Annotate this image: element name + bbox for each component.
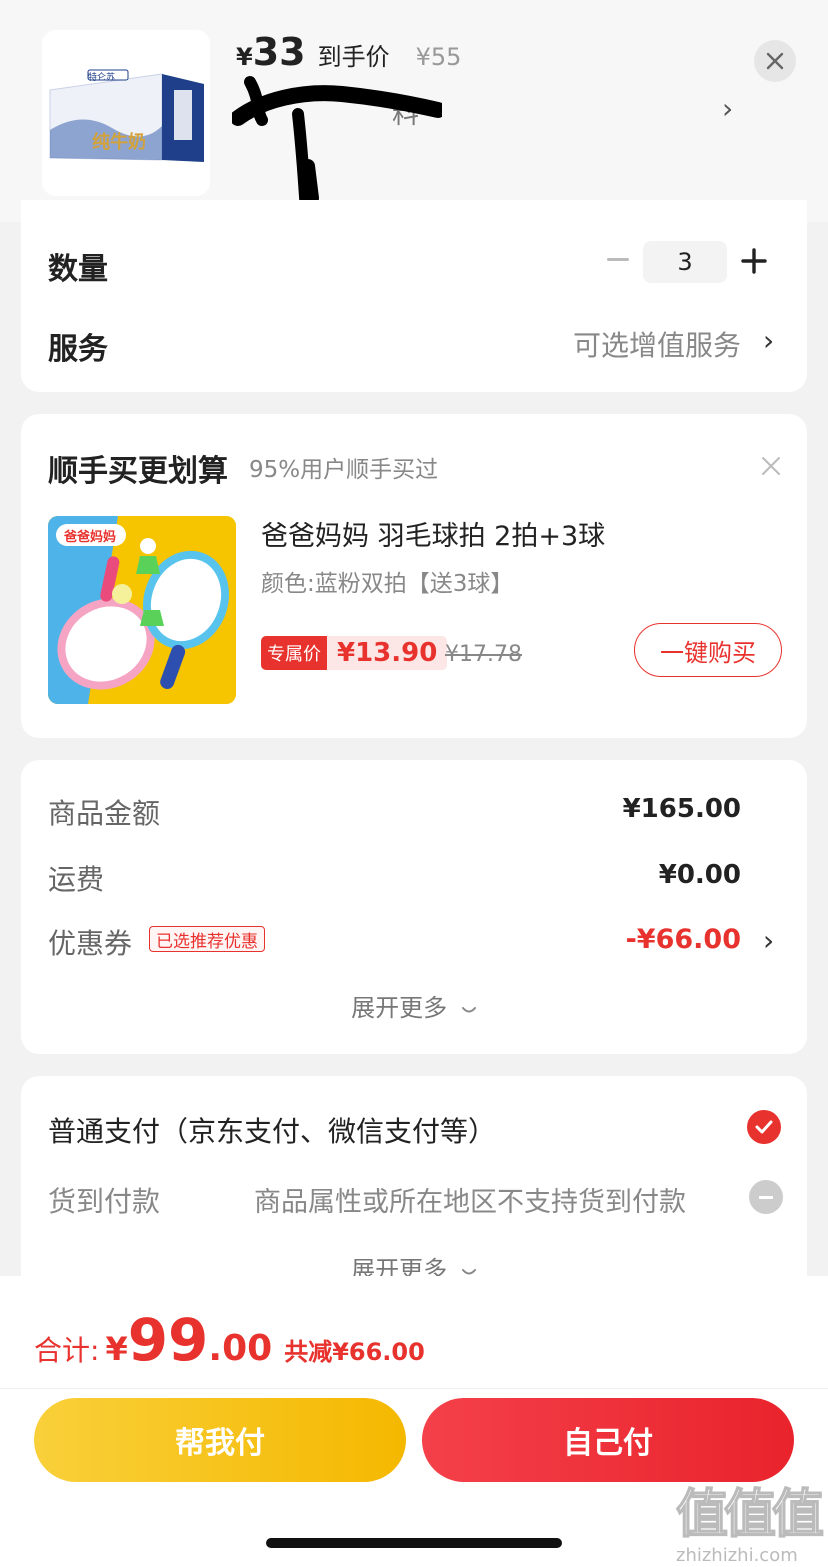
exclusive-price: ¥13.90 — [337, 638, 438, 668]
exclusive-price-badge: 专属价 ¥13.90 — [261, 636, 448, 670]
coupon-chevron-icon[interactable]: › — [763, 924, 774, 957]
upsell-card: 顺手买更划算 95%用户顺手买过 爸爸妈妈 爸爸妈妈 羽毛球拍 2拍+3球 颜色… — [21, 414, 807, 738]
final-price-tag: 到手价 — [317, 43, 390, 71]
quantity-increase-button[interactable] — [739, 246, 769, 276]
final-price: 33 — [252, 30, 306, 74]
quantity-label: 数量 — [48, 252, 108, 287]
normal-payment-label[interactable]: 普通支付（京东支付、微信支付等） — [48, 1110, 496, 1150]
summary-expand-more[interactable]: 展开更多 — [21, 988, 807, 1023]
one-click-buy-button[interactable]: 一键购买 — [634, 623, 782, 677]
summary-expand-label: 展开更多 — [351, 994, 448, 1022]
watermark: 值值值 zhizhizhi.com — [675, 1472, 826, 1567]
home-indicator[interactable] — [266, 1538, 562, 1548]
milk-brand-label: 特仑苏 — [88, 73, 116, 83]
coupon-recommended-badge: 已选推荐优惠 — [149, 926, 265, 952]
pay-myself-button[interactable]: 自己付 — [422, 1398, 794, 1482]
order-total: 合计: ¥ 99 .00 共减¥66.00 — [34, 1306, 425, 1374]
upsell-original-price: ¥17.78 — [445, 642, 522, 667]
chevron-down-icon — [461, 994, 477, 1022]
cod-label: 货到付款 — [48, 1185, 161, 1218]
badminton-racket-image[interactable]: 爸爸妈妈 — [48, 516, 236, 704]
close-icon — [766, 52, 784, 70]
cod-disabled-icon — [749, 1180, 783, 1214]
coupon-label: 优惠券 — [48, 927, 133, 960]
close-button[interactable] — [754, 40, 796, 82]
price-line: ¥ 33 到手价 ¥55 — [236, 30, 461, 74]
service-option-link[interactable]: 可选增值服务 — [573, 324, 741, 364]
watermark-url: zhizhizhi.com — [676, 1545, 798, 1566]
shipping-value: ¥0.00 — [658, 860, 741, 890]
help-me-pay-button[interactable]: 帮我付 — [34, 1398, 406, 1482]
total-label: 合计: — [34, 1334, 100, 1367]
original-price: ¥55 — [415, 43, 462, 71]
shipping-label: 运费 — [48, 863, 105, 896]
milk-box-image — [42, 30, 210, 196]
checkmark-icon — [755, 1120, 773, 1134]
product-header: 特仑苏 纯牛奶 ¥ 33 到手价 ¥55 料 › — [0, 0, 828, 228]
price-currency: ¥ — [236, 43, 253, 71]
service-chevron-icon[interactable]: › — [763, 324, 774, 357]
upsell-subtitle: 95%用户顺手买过 — [249, 457, 439, 483]
upsell-title: 顺手买更划算 — [48, 454, 228, 489]
upsell-item-name[interactable]: 爸爸妈妈 羽毛球拍 2拍+3球 — [261, 514, 605, 553]
goods-amount-label: 商品金额 — [48, 797, 161, 830]
upsell-close-button[interactable] — [759, 454, 783, 478]
quantity-input[interactable]: 3 — [643, 241, 727, 283]
total-saved: 共减¥66.00 — [284, 1338, 425, 1366]
normal-payment-radio[interactable] — [747, 1110, 781, 1144]
plus-icon — [741, 248, 767, 274]
quantity-decrease-button[interactable] — [603, 244, 633, 274]
close-icon — [762, 457, 780, 475]
product-detail-chevron-icon[interactable]: › — [722, 92, 733, 125]
minus-icon — [607, 257, 629, 261]
total-decimal: .00 — [208, 1328, 273, 1369]
price-summary-card: 商品金额 ¥165.00 运费 ¥0.00 优惠券 已选推荐优惠 -¥66.00… — [21, 760, 807, 1054]
checkout-bottom-bar: 合计: ¥ 99 .00 共减¥66.00 帮我付 自己付 值值值 zhizhi… — [0, 1276, 828, 1567]
coupon-value[interactable]: -¥66.00 — [626, 924, 741, 955]
bottom-divider — [0, 1388, 828, 1389]
goods-amount-value: ¥165.00 — [622, 794, 741, 824]
watermark-logo: 值值值 — [675, 1484, 825, 1546]
racket-sticker-label: 爸爸妈妈 — [64, 530, 117, 545]
quantity-service-card: 数量 3 服务 可选增值服务 › — [21, 200, 807, 392]
exclusive-price-tag: 专属价 — [261, 636, 327, 670]
cod-unavailable-note: 商品属性或所在地区不支持货到付款 — [254, 1187, 686, 1218]
milk-product-label: 纯牛奶 — [92, 132, 146, 153]
product-thumbnail[interactable]: 特仑苏 纯牛奶 — [42, 30, 210, 196]
total-integer: 99 — [127, 1306, 209, 1374]
total-currency: ¥ — [105, 1330, 128, 1368]
service-label: 服务 — [48, 332, 108, 367]
upsell-item-spec: 颜色:蓝粉双拍【送3球】 — [261, 571, 514, 597]
